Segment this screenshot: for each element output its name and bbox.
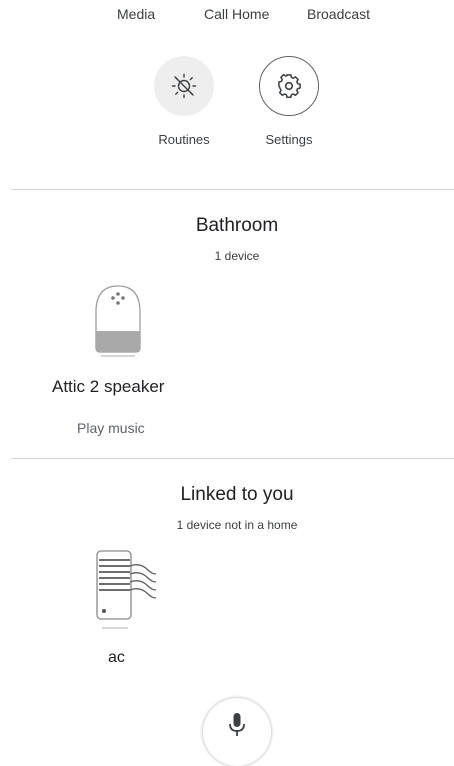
linked-section-subtitle: 1 device not in a home xyxy=(176,518,298,532)
play-music-action[interactable]: Play music xyxy=(77,420,145,436)
room-device-count: 1 device xyxy=(214,249,260,263)
routines-button[interactable] xyxy=(154,56,214,116)
air-conditioner-icon[interactable] xyxy=(90,548,160,632)
device-name[interactable]: ac xyxy=(108,649,125,667)
broadcast-link[interactable]: Broadcast xyxy=(307,6,370,22)
routines-label: Routines xyxy=(158,132,210,147)
call-home-link[interactable]: Call Home xyxy=(204,6,269,22)
linked-section-title: Linked to you xyxy=(180,484,294,505)
gear-icon xyxy=(278,74,301,98)
divider xyxy=(12,458,454,459)
settings-label: Settings xyxy=(265,132,313,147)
microphone-button[interactable] xyxy=(203,698,271,766)
routines-sun-icon xyxy=(171,73,197,99)
divider xyxy=(12,189,454,190)
top-actions-row: Media Call Home Broadcast xyxy=(0,6,454,28)
room-title: Bathroom xyxy=(195,215,279,236)
device-name[interactable]: Attic 2 speaker xyxy=(52,377,164,397)
microphone-icon xyxy=(229,713,245,736)
media-link[interactable]: Media xyxy=(117,6,155,22)
smart-speaker-icon[interactable] xyxy=(93,282,143,358)
settings-button[interactable] xyxy=(259,56,319,116)
